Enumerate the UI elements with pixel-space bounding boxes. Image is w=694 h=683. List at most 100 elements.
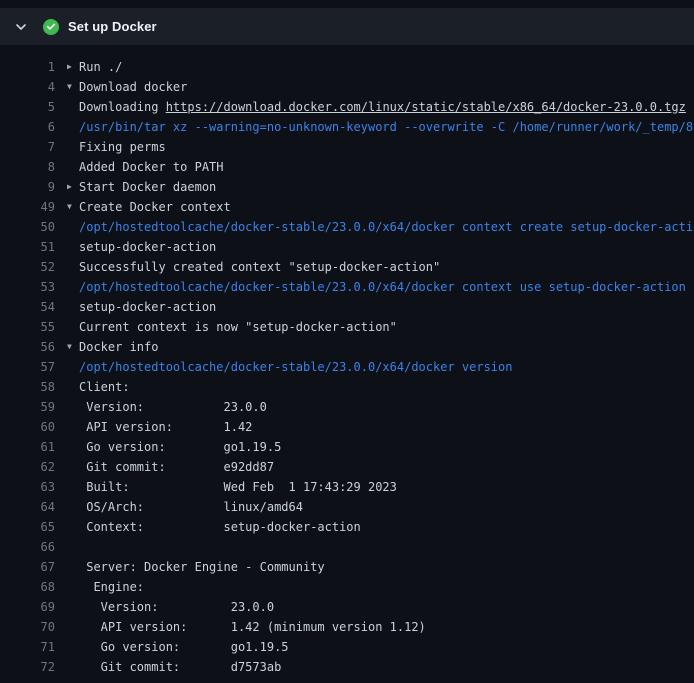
triangle-expanded-icon: ▼ xyxy=(67,197,79,217)
log-line: 71 Go version: go1.19.5 xyxy=(0,637,694,657)
log-plain-text: Run ./ xyxy=(79,60,122,74)
log-line: 69 Version: 23.0.0 xyxy=(0,597,694,617)
log-line: 64 OS/Arch: linux/amd64 xyxy=(0,497,694,517)
line-number[interactable]: 7 xyxy=(0,137,55,157)
line-number[interactable]: 54 xyxy=(0,297,55,317)
log-line: 51setup-docker-action xyxy=(0,237,694,257)
log-plain-text: Create Docker context xyxy=(79,200,231,214)
line-number[interactable]: 50 xyxy=(0,217,55,237)
log-line: 52 Successfully created context "setup-do… xyxy=(0,257,694,277)
chevron-down-icon xyxy=(14,20,28,34)
line-number[interactable]: 70 xyxy=(0,617,55,637)
line-number[interactable]: 58 xyxy=(0,377,55,397)
marker-spacer xyxy=(67,597,79,617)
log-plain-text: API version: 1.42 xyxy=(79,420,252,434)
line-number[interactable]: 67 xyxy=(0,557,55,577)
log-line: 62 Git commit: e92dd87 xyxy=(0,457,694,477)
step-header[interactable]: Set up Docker xyxy=(0,8,694,45)
log-text: Built: Wed Feb 1 17:43:29 2023 xyxy=(79,477,694,497)
log-text: Version: 23.0.0 xyxy=(79,397,694,417)
marker-spacer xyxy=(67,357,79,377)
marker-spacer xyxy=(67,277,79,297)
marker-spacer xyxy=(67,437,79,457)
marker-spacer xyxy=(67,97,79,117)
log-line: 65 Context: setup-docker-action xyxy=(0,517,694,537)
log-plain-text: Start Docker daemon xyxy=(79,180,216,194)
line-number[interactable]: 63 xyxy=(0,477,55,497)
log-plain-text: Go version: go1.19.5 xyxy=(79,640,289,654)
line-number[interactable]: 56 xyxy=(0,337,55,357)
line-number[interactable]: 6 xyxy=(0,117,55,137)
line-number[interactable]: 49 xyxy=(0,197,55,217)
line-number[interactable]: 68 xyxy=(0,577,55,597)
step-title: Set up Docker xyxy=(68,19,157,34)
log-group-header-line[interactable]: 4▼Download docker xyxy=(0,77,694,97)
marker-spacer xyxy=(67,537,79,557)
line-number[interactable]: 66 xyxy=(0,537,55,557)
marker-spacer xyxy=(67,457,79,477)
log-group-header-line[interactable]: 9 ▶Start Docker daemon xyxy=(0,177,694,197)
log-command-text: /opt/hostedtoolcache/docker-stable/23.0.… xyxy=(79,360,512,374)
line-number[interactable]: 5 xyxy=(0,97,55,117)
line-number[interactable]: 4 xyxy=(0,77,55,97)
log-plain-text: Built: Wed Feb 1 17:43:29 2023 xyxy=(79,480,397,494)
log-plain-text: OS/Arch: linux/amd64 xyxy=(79,500,303,514)
log-text: Client: xyxy=(79,377,694,397)
log-text: Added Docker to PATH xyxy=(79,157,694,177)
log-group-header-line[interactable]: 49 ▼Create Docker context xyxy=(0,197,694,217)
log-line: 55Current context is now "setup-docker-a… xyxy=(0,317,694,337)
log-plain-text: Git commit: d7573ab xyxy=(79,660,281,674)
line-number[interactable]: 53 xyxy=(0,277,55,297)
log-plain-text: Download docker xyxy=(79,80,187,94)
line-number[interactable]: 65 xyxy=(0,517,55,537)
line-number[interactable]: 8 xyxy=(0,157,55,177)
line-number[interactable]: 59 xyxy=(0,397,55,417)
log-line: 72 Git commit: d7573ab xyxy=(0,657,694,677)
log-line: 61 Go version: go1.19.5 xyxy=(0,437,694,457)
marker-spacer xyxy=(67,477,79,497)
log-plain-text: Version: 23.0.0 xyxy=(79,400,267,414)
line-number[interactable]: 9 xyxy=(0,177,55,197)
log-line: 70 API version: 1.42 (minimum version 1.… xyxy=(0,617,694,637)
line-number[interactable]: 64 xyxy=(0,497,55,517)
log-plain-text: Version: 23.0.0 xyxy=(79,600,274,614)
line-number[interactable]: 62 xyxy=(0,457,55,477)
line-number[interactable]: 57 xyxy=(0,357,55,377)
marker-spacer xyxy=(67,157,79,177)
log-plain-text: Context: setup-docker-action xyxy=(79,520,361,534)
triangle-collapsed-icon: ▶ xyxy=(67,177,79,197)
marker-spacer xyxy=(67,257,79,277)
log-plain-text: setup-docker-action xyxy=(79,300,216,314)
log-plain-text: Added Docker to PATH xyxy=(79,160,224,174)
log-plain-text: Successfully created context "setup-dock… xyxy=(79,260,440,274)
line-number[interactable]: 1 xyxy=(0,57,55,77)
line-number[interactable]: 61 xyxy=(0,437,55,457)
log-command-text: /usr/bin/tar xz --warning=no-unknown-key… xyxy=(79,120,694,134)
log-group-header-line[interactable]: 1▶Run ./ xyxy=(0,57,694,77)
log-line: 54 setup-docker-action xyxy=(0,297,694,317)
log-line: 53/opt/hostedtoolcache/docker-stable/23.… xyxy=(0,277,694,297)
marker-spacer xyxy=(67,497,79,517)
log-line: 67 Server: Docker Engine - Community xyxy=(0,557,694,577)
log-text: /usr/bin/tar xz --warning=no-unknown-key… xyxy=(79,117,694,137)
line-number[interactable]: 60 xyxy=(0,417,55,437)
log-line: 66 xyxy=(0,537,694,557)
log-text: Engine: xyxy=(79,577,694,597)
log-command-text: /opt/hostedtoolcache/docker-stable/23.0.… xyxy=(79,280,686,294)
marker-spacer xyxy=(67,557,79,577)
log-text: Create Docker context xyxy=(79,197,694,217)
marker-spacer xyxy=(67,377,79,397)
line-number[interactable]: 51 xyxy=(0,237,55,257)
line-number[interactable]: 72 xyxy=(0,657,55,677)
marker-spacer xyxy=(67,417,79,437)
line-number[interactable]: 52 xyxy=(0,257,55,277)
marker-spacer xyxy=(67,237,79,257)
line-number[interactable]: 71 xyxy=(0,637,55,657)
log-line: 68 Engine: xyxy=(0,577,694,597)
log-text: Go version: go1.19.5 xyxy=(79,637,694,657)
line-number[interactable]: 55 xyxy=(0,317,55,337)
log-text: OS/Arch: linux/amd64 xyxy=(79,497,694,517)
log-url-link[interactable]: https://download.docker.com/linux/static… xyxy=(166,100,686,114)
line-number[interactable]: 69 xyxy=(0,597,55,617)
log-group-header-line[interactable]: 56▼Docker info xyxy=(0,337,694,357)
